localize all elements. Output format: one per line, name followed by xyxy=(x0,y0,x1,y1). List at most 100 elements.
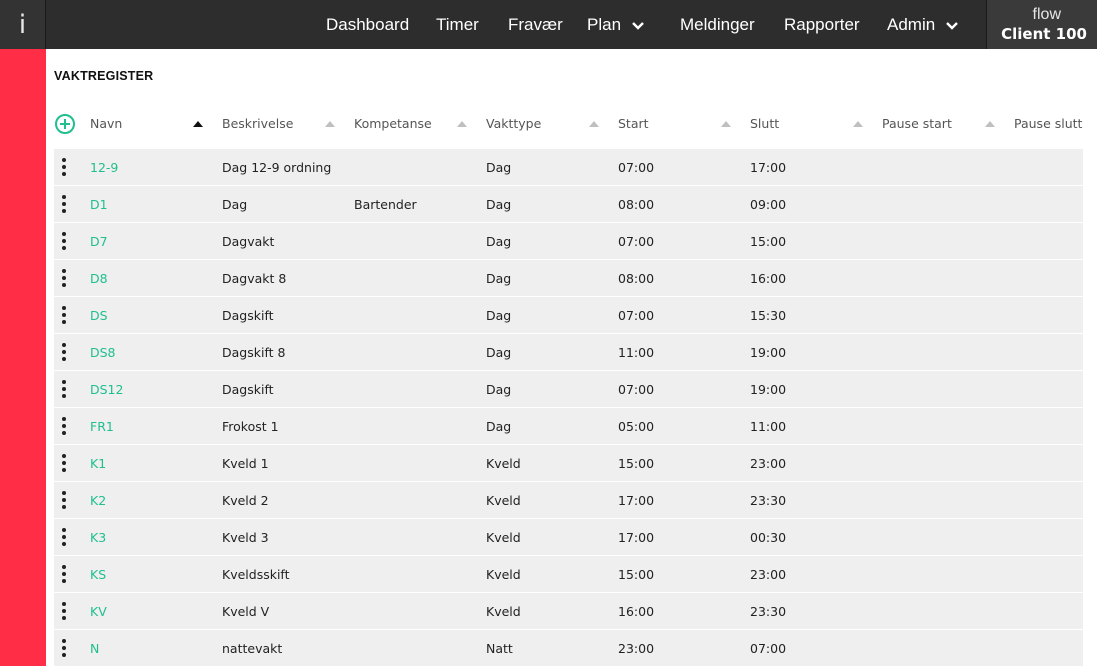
cell-vakttype: Dag xyxy=(486,382,512,397)
vertical-dots-icon[interactable] xyxy=(60,269,68,287)
nav-rapporter-label: Rapporter xyxy=(784,14,860,34)
table-row[interactable]: K3 Kveld 3 Kveld 17:00 00:30 xyxy=(54,519,1083,555)
cell-navn[interactable]: D7 xyxy=(90,234,108,249)
column-header-navn[interactable]: Navn xyxy=(90,116,122,131)
cell-start: 07:00 xyxy=(618,160,655,175)
cell-slutt: 19:00 xyxy=(750,345,787,360)
cell-navn[interactable]: D1 xyxy=(90,197,108,212)
column-header-vakttype[interactable]: Vakttype xyxy=(486,116,541,131)
app-logo[interactable]: i xyxy=(0,0,46,49)
sort-icon[interactable] xyxy=(985,121,995,127)
nav-timer[interactable]: Timer xyxy=(436,0,479,49)
column-header-pause-slutt[interactable]: Pause slutt xyxy=(1014,116,1082,131)
sort-icon[interactable] xyxy=(457,121,467,127)
cell-navn[interactable]: DS xyxy=(90,308,108,323)
table-row[interactable]: DS Dagskift Dag 07:00 15:30 xyxy=(54,297,1083,333)
table-row[interactable]: D1 Dag Bartender Dag 08:00 09:00 xyxy=(54,186,1083,222)
table-row[interactable]: DS12 Dagskift Dag 07:00 19:00 xyxy=(54,371,1083,407)
table-row[interactable]: FR1 Frokost 1 Dag 05:00 11:00 xyxy=(54,408,1083,444)
plus-circle-icon[interactable] xyxy=(54,113,76,135)
cell-vakttype: Dag xyxy=(486,197,512,212)
vertical-dots-icon[interactable] xyxy=(60,158,68,176)
column-header-kompetanse[interactable]: Kompetanse xyxy=(354,116,432,131)
cell-beskrivelse: Dagskift 8 xyxy=(222,345,286,360)
table-row[interactable]: K2 Kveld 2 Kveld 17:00 23:30 xyxy=(54,482,1083,518)
cell-vakttype: Kveld xyxy=(486,493,521,508)
sort-active-icon[interactable] xyxy=(193,121,203,127)
nav-rapporter[interactable]: Rapporter xyxy=(784,0,860,49)
nav-fravaer[interactable]: Fravær xyxy=(508,0,563,49)
cell-vakttype: Kveld xyxy=(486,567,521,582)
column-header-pause-start[interactable]: Pause start xyxy=(882,116,952,131)
cell-navn[interactable]: DS8 xyxy=(90,345,116,360)
nav-dashboard[interactable]: Dashboard xyxy=(326,0,409,49)
cell-vakttype: Kveld xyxy=(486,530,521,545)
cell-navn[interactable]: KS xyxy=(90,567,106,582)
cell-beskrivelse: nattevakt xyxy=(222,641,283,656)
vertical-dots-icon[interactable] xyxy=(60,417,68,435)
cell-start: 15:00 xyxy=(618,456,655,471)
cell-slutt: 17:00 xyxy=(750,160,787,175)
vertical-dots-icon[interactable] xyxy=(60,195,68,213)
cell-navn[interactable]: K3 xyxy=(90,530,106,545)
cell-navn[interactable]: N xyxy=(90,641,99,656)
cell-navn[interactable]: D8 xyxy=(90,271,108,286)
cell-navn[interactable]: K1 xyxy=(90,456,106,471)
table-row[interactable]: DS8 Dagskift 8 Dag 11:00 19:00 xyxy=(54,334,1083,370)
vertical-dots-icon[interactable] xyxy=(60,380,68,398)
cell-start: 11:00 xyxy=(618,345,655,360)
vertical-dots-icon[interactable] xyxy=(60,343,68,361)
cell-navn[interactable]: KV xyxy=(90,604,107,619)
cell-slutt: 00:30 xyxy=(750,530,787,545)
cell-beskrivelse: Frokost 1 xyxy=(222,419,279,434)
cell-beskrivelse: Kveld 1 xyxy=(222,456,269,471)
column-header-beskrivelse[interactable]: Beskrivelse xyxy=(222,116,293,131)
cell-navn[interactable]: 12-9 xyxy=(90,160,118,175)
client-name: Client 100 xyxy=(1001,25,1087,43)
column-header-start[interactable]: Start xyxy=(618,116,649,131)
chevron-down-icon xyxy=(946,21,959,30)
client-label: flow xyxy=(1032,6,1061,23)
column-header-slutt[interactable]: Slutt xyxy=(750,116,779,131)
cell-navn[interactable]: DS12 xyxy=(90,382,123,397)
table-row[interactable]: K1 Kveld 1 Kveld 15:00 23:00 xyxy=(54,445,1083,481)
table-row[interactable]: D8 Dagvakt 8 Dag 08:00 16:00 xyxy=(54,260,1083,296)
client-switcher[interactable]: flow Client 100 xyxy=(986,0,1097,49)
cell-start: 17:00 xyxy=(618,530,655,545)
vertical-dots-icon[interactable] xyxy=(60,232,68,250)
cell-slutt: 23:30 xyxy=(750,604,787,619)
table-body: 12-9 Dag 12-9 ordning Dag 07:00 17:00 D1… xyxy=(54,149,1083,666)
vertical-dots-icon[interactable] xyxy=(60,454,68,472)
nav-admin[interactable]: Admin xyxy=(887,0,959,49)
cell-beskrivelse: Kveld V xyxy=(222,604,270,619)
sort-icon[interactable] xyxy=(589,121,599,127)
cell-navn[interactable]: K2 xyxy=(90,493,106,508)
vertical-dots-icon[interactable] xyxy=(60,491,68,509)
sort-icon[interactable] xyxy=(853,121,863,127)
vertical-dots-icon[interactable] xyxy=(60,639,68,657)
vertical-dots-icon[interactable] xyxy=(60,306,68,324)
cell-beskrivelse: Dag xyxy=(222,197,248,212)
nav-meldinger[interactable]: Meldinger xyxy=(680,0,755,49)
cell-slutt: 23:00 xyxy=(750,456,787,471)
vertical-dots-icon[interactable] xyxy=(60,565,68,583)
table-row[interactable]: KV Kveld V Kveld 16:00 23:30 xyxy=(54,593,1083,629)
table-row[interactable]: KS Kveldsskift Kveld 15:00 23:00 xyxy=(54,556,1083,592)
chevron-down-icon xyxy=(632,21,644,30)
sort-icon[interactable] xyxy=(325,121,335,127)
nav-dashboard-label: Dashboard xyxy=(326,14,410,34)
vertical-dots-icon[interactable] xyxy=(60,528,68,546)
table-row[interactable]: 12-9 Dag 12-9 ordning Dag 07:00 17:00 xyxy=(54,149,1083,185)
nav-plan[interactable]: Plan xyxy=(587,0,645,49)
nav-fravaer-label: Fravær xyxy=(508,14,563,34)
vertical-dots-icon[interactable] xyxy=(60,602,68,620)
cell-vakttype: Kveld xyxy=(486,456,521,471)
app-root: i Dashboard Timer Fravær Plan Meldinger … xyxy=(0,0,1097,666)
cell-navn[interactable]: FR1 xyxy=(90,419,114,434)
table-row[interactable]: N nattevakt Natt 23:00 07:00 xyxy=(54,630,1083,666)
sort-icon[interactable] xyxy=(721,121,731,127)
sidebar-strip xyxy=(0,49,46,666)
table-row[interactable]: D7 Dagvakt Dag 07:00 15:00 xyxy=(54,223,1083,259)
cell-beskrivelse: Kveld 3 xyxy=(222,530,269,545)
cell-vakttype: Dag xyxy=(486,234,512,249)
